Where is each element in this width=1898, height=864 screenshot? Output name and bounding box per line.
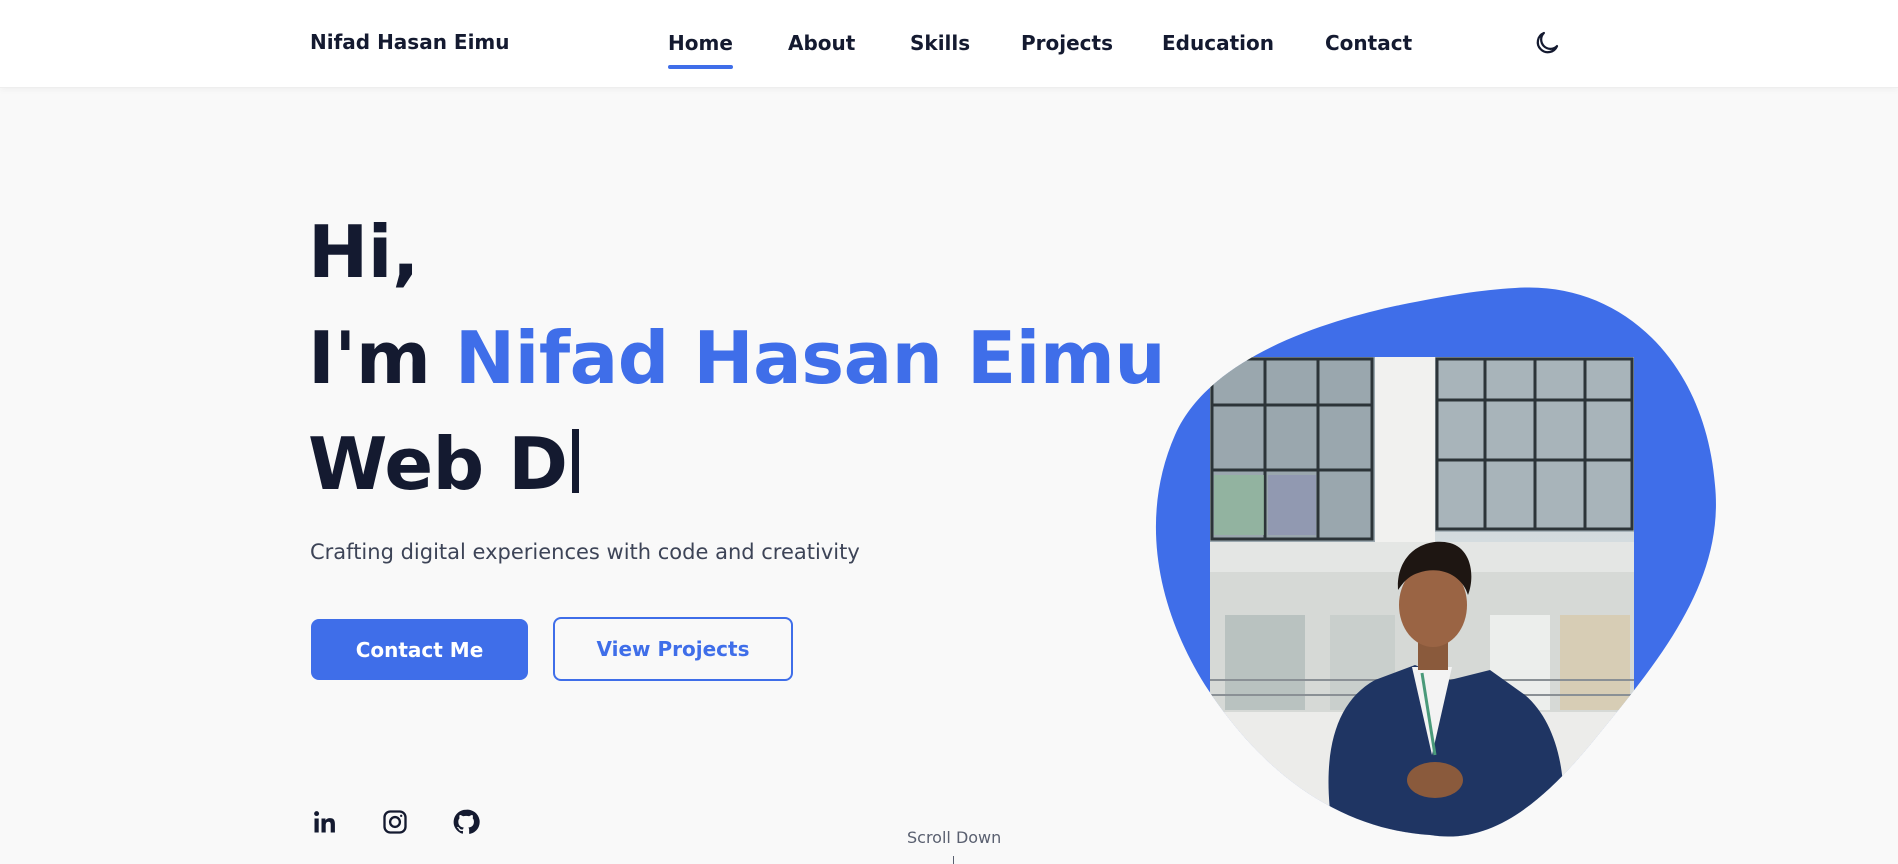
hero-intro-prefix: I'm [308,316,455,400]
view-projects-button[interactable]: View Projects [553,617,793,681]
nav-item-skills[interactable]: Skills [910,31,970,55]
scroll-indicator-line [953,856,954,864]
navbar: Nifad Hasan Eimu Home About Skills Proje… [0,0,1898,88]
hero-greeting: Hi, [308,210,419,294]
typing-cursor [571,429,579,493]
hero-tagline: Crafting digital experiences with code a… [310,540,860,564]
nav-item-projects[interactable]: Projects [1021,31,1113,55]
nav-item-about[interactable]: About [788,31,855,55]
github-icon[interactable] [452,808,480,836]
hero-typed-role: Web D [308,428,579,500]
profile-photo [1155,287,1716,837]
site-brand[interactable]: Nifad Hasan Eimu [310,30,510,54]
hero-intro: I'm Nifad Hasan Eimu [308,322,1166,394]
nav-item-education[interactable]: Education [1162,31,1274,55]
hero-name: Nifad Hasan Eimu [454,316,1166,400]
nav-item-home[interactable]: Home [668,31,733,69]
nav-item-contact[interactable]: Contact [1325,31,1412,55]
contact-me-button[interactable]: Contact Me [311,619,528,680]
linkedin-icon[interactable] [311,808,339,836]
moon-icon[interactable] [1532,28,1562,58]
hero-typed-text: Web D [308,422,568,506]
scroll-down-hint[interactable]: Scroll Down [907,828,1001,847]
instagram-icon[interactable] [381,808,409,836]
hero-image-blob [1150,285,1720,845]
